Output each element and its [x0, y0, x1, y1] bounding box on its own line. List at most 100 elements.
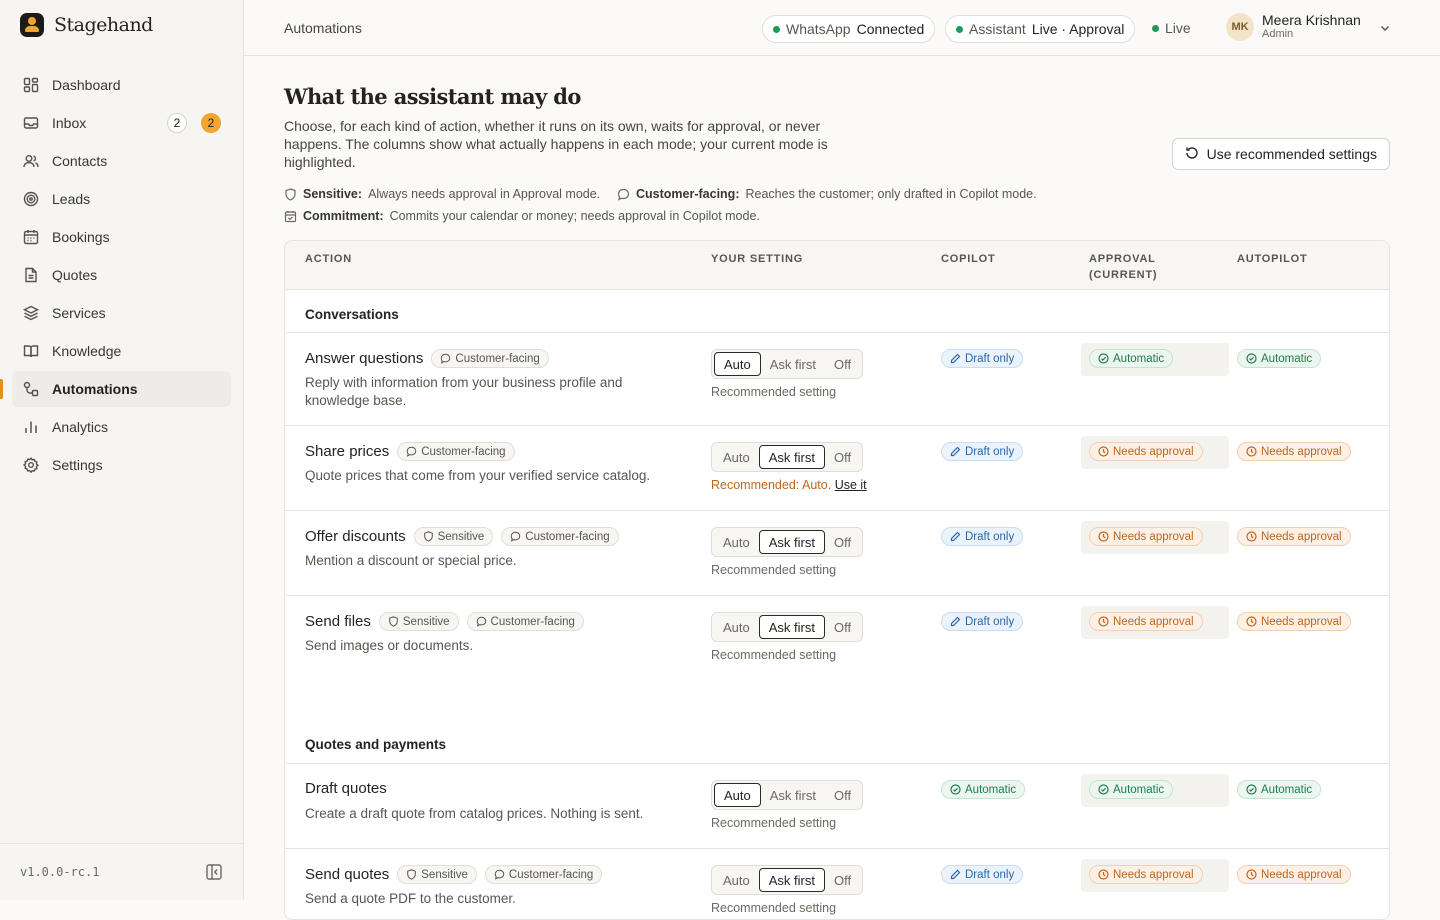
- tag-label: Sensitive: [402, 615, 450, 628]
- sidebar-item-settings[interactable]: Settings: [12, 447, 231, 483]
- option-ask-first[interactable]: Ask first: [758, 445, 825, 469]
- check-circle-icon: [1098, 784, 1109, 795]
- tag-label: Customer-facing: [525, 530, 610, 543]
- clock-icon: [1246, 446, 1257, 457]
- action-description: Quote prices that come from your verifie…: [305, 468, 651, 483]
- option-auto[interactable]: Auto: [714, 615, 759, 639]
- sidebar-item-label: Quotes: [52, 267, 98, 283]
- option-auto[interactable]: Auto: [714, 530, 759, 554]
- setting-segmented-control: Auto Ask first Off: [711, 442, 864, 472]
- pending-badge: 2: [201, 113, 221, 133]
- sidebar-item-label: Leads: [52, 191, 91, 207]
- table-row: Offer discounts Sensitive Customer-facin…: [285, 511, 1389, 596]
- chat-bubble-icon: [617, 188, 630, 201]
- autopilot-result: Needs approval: [1237, 865, 1351, 884]
- legend-sensitive: Sensitive: Always needs approval in Appr…: [284, 187, 600, 201]
- option-off[interactable]: Off: [825, 352, 860, 376]
- inbox-icon: [22, 114, 40, 132]
- shield-icon: [423, 531, 433, 542]
- section-title: Conversations: [305, 307, 399, 322]
- approval-result: Needs approval: [1089, 527, 1203, 546]
- setting-segmented-control: Auto Ask first Off: [711, 612, 864, 642]
- legend-sensitive-label: Sensitive:: [303, 187, 363, 201]
- sidebar-item-dashboard[interactable]: Dashboard: [12, 67, 231, 103]
- section-conversations: Conversations: [285, 290, 1389, 333]
- autopilot-result: Automatic: [1237, 349, 1322, 368]
- action-description: Create a draft quote from catalog prices…: [305, 806, 644, 821]
- tag-label: Sensitive: [421, 868, 468, 881]
- mode-label: Draft only: [965, 530, 1015, 543]
- copilot-result: Draft only: [941, 349, 1024, 368]
- option-off[interactable]: Off: [825, 530, 860, 554]
- mode-label: Draft only: [965, 352, 1015, 365]
- option-ask-first[interactable]: Ask first: [761, 783, 825, 807]
- option-off[interactable]: Off: [825, 868, 860, 892]
- table-row: Share prices Customer-facing Quote price…: [285, 426, 1389, 511]
- whatsapp-status-chip[interactable]: WhatsApp Connected: [762, 15, 936, 43]
- option-off[interactable]: Off: [825, 445, 860, 469]
- option-auto[interactable]: Auto: [714, 868, 759, 892]
- mode-label: Needs approval: [1113, 530, 1194, 543]
- unread-badge: 2: [167, 113, 187, 133]
- mode-label: Draft only: [965, 868, 1015, 881]
- copilot-result: Draft only: [941, 442, 1024, 461]
- copilot-result: Draft only: [941, 527, 1024, 546]
- sidebar-item-leads[interactable]: Leads: [12, 181, 231, 217]
- option-off[interactable]: Off: [825, 615, 860, 639]
- option-ask-first[interactable]: Ask first: [761, 352, 825, 376]
- user-menu[interactable]: MK Meera Krishnan Admin: [1226, 12, 1391, 41]
- tag-customer-facing: Customer-facing: [431, 349, 549, 368]
- sidebar-item-label: Knowledge: [52, 343, 122, 359]
- assistant-status-chip[interactable]: Assistant Live · Approval: [945, 15, 1136, 43]
- gear-icon: [22, 456, 40, 474]
- option-off[interactable]: Off: [825, 783, 860, 807]
- sidebar-item-automations[interactable]: Automations: [0, 371, 231, 407]
- action-title: Share prices Customer-facing: [305, 442, 515, 461]
- tag-label: Sensitive: [437, 530, 485, 543]
- sidebar-item-analytics[interactable]: Analytics: [12, 409, 231, 445]
- action-title: Send quotes Sensitive Customer-facing: [305, 865, 603, 884]
- action-title: Draft quotes: [305, 780, 387, 797]
- option-auto[interactable]: Auto: [714, 783, 761, 807]
- setting-hint: Recommended: Auto. Use it: [711, 478, 867, 492]
- action-description: Send images or documents.: [305, 638, 474, 653]
- option-auto[interactable]: Auto: [714, 445, 759, 469]
- shield-icon: [389, 616, 398, 627]
- sidebar-item-label: Bookings: [52, 229, 110, 245]
- autopilot-result: Automatic: [1237, 780, 1322, 799]
- brand-name: Stagehand: [54, 14, 153, 36]
- automations-icon: [22, 380, 40, 398]
- sidebar-item-services[interactable]: Services: [12, 295, 231, 331]
- col-action: ACTION: [305, 253, 352, 265]
- chevron-down-icon: [1379, 21, 1391, 33]
- sidebar-item-contacts[interactable]: Contacts: [12, 143, 231, 179]
- clock-icon: [1098, 616, 1109, 627]
- table-row: Send quotes Sensitive Customer-facing Se…: [285, 849, 1389, 919]
- live-dot-icon: [1152, 24, 1159, 32]
- collapse-sidebar-icon[interactable]: [205, 863, 223, 881]
- target-icon: [22, 190, 40, 208]
- action-description: Send a quote PDF to the customer.: [305, 891, 516, 906]
- use-recommended-settings-button[interactable]: Use recommended settings: [1171, 138, 1390, 170]
- option-auto[interactable]: Auto: [714, 352, 761, 376]
- clock-icon: [1098, 446, 1109, 457]
- col-approval: APPROVAL (CURRENT): [1089, 251, 1157, 283]
- option-ask-first[interactable]: Ask first: [758, 868, 825, 892]
- option-ask-first[interactable]: Ask first: [758, 530, 825, 554]
- setting-hint: Recommended setting: [711, 816, 837, 830]
- sidebar-item-bookings[interactable]: Bookings: [12, 219, 231, 255]
- brand[interactable]: Stagehand: [20, 13, 153, 37]
- legend-commitment-text: Commits your calendar or money; needs ap…: [389, 209, 760, 223]
- sidebar-item-quotes[interactable]: Quotes: [12, 257, 231, 293]
- live-label: Live: [1165, 20, 1191, 36]
- action-name: Offer discounts: [305, 528, 406, 545]
- autopilot-result: Needs approval: [1237, 527, 1351, 546]
- layers-icon: [22, 304, 40, 322]
- option-ask-first[interactable]: Ask first: [758, 615, 825, 639]
- book-icon: [22, 342, 40, 360]
- check-circle-icon: [1246, 353, 1257, 364]
- sidebar-item-knowledge[interactable]: Knowledge: [12, 333, 231, 369]
- sidebar-item-inbox[interactable]: Inbox 2 2: [12, 105, 231, 141]
- use-recommendation-link[interactable]: Use it: [835, 478, 867, 492]
- use-recommended-label: Use recommended settings: [1206, 146, 1377, 162]
